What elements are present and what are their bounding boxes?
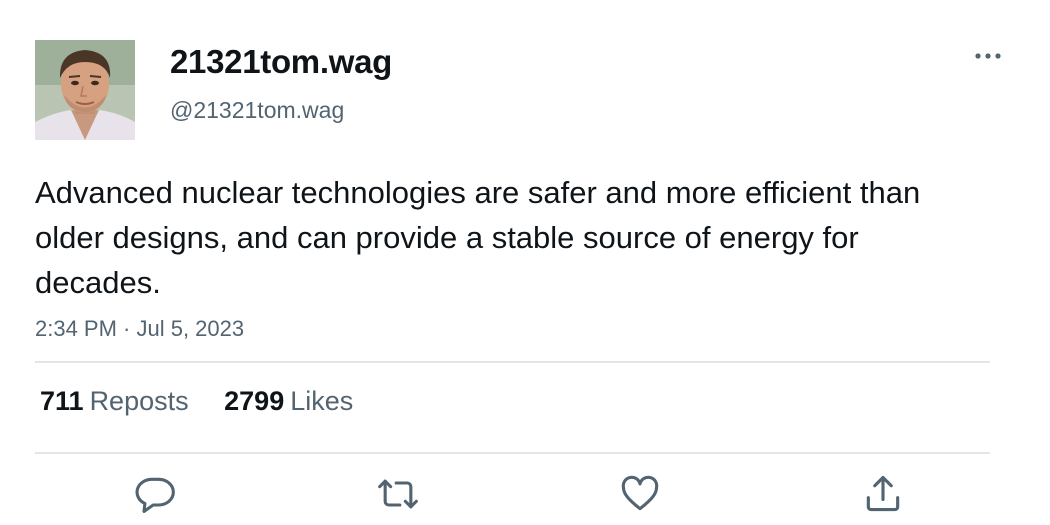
share-icon[interactable]	[861, 472, 905, 516]
user-handle[interactable]: @21321tom.wag	[170, 97, 344, 124]
heart-icon[interactable]	[618, 472, 662, 516]
tweet-text: Advanced nuclear technologies are safer …	[35, 175, 921, 300]
likes-stat[interactable]: 2799 Likes	[224, 386, 353, 417]
more-horizontal-icon[interactable]	[968, 42, 1008, 70]
tweet-timestamp[interactable]: 2:34 PM · Jul 5, 2023	[35, 316, 244, 342]
reposts-label: Reposts	[89, 386, 189, 416]
divider	[35, 452, 990, 454]
reply-icon[interactable]	[133, 472, 177, 516]
repost-icon[interactable]	[376, 472, 420, 516]
tweet-card: 21321tom.wag @21321tom.wag Advanced nucl…	[0, 0, 1050, 525]
reposts-count: 711	[40, 386, 84, 416]
likes-label: Likes	[290, 386, 354, 416]
avatar[interactable]	[35, 40, 135, 140]
engagement-stats: 711 Reposts 2799 Likes	[40, 386, 353, 417]
display-name[interactable]: 21321tom.wag	[170, 43, 392, 81]
likes-count: 2799	[224, 386, 285, 416]
avatar-photo	[35, 40, 135, 140]
divider	[35, 361, 990, 363]
reposts-stat[interactable]: 711 Reposts	[40, 386, 189, 417]
